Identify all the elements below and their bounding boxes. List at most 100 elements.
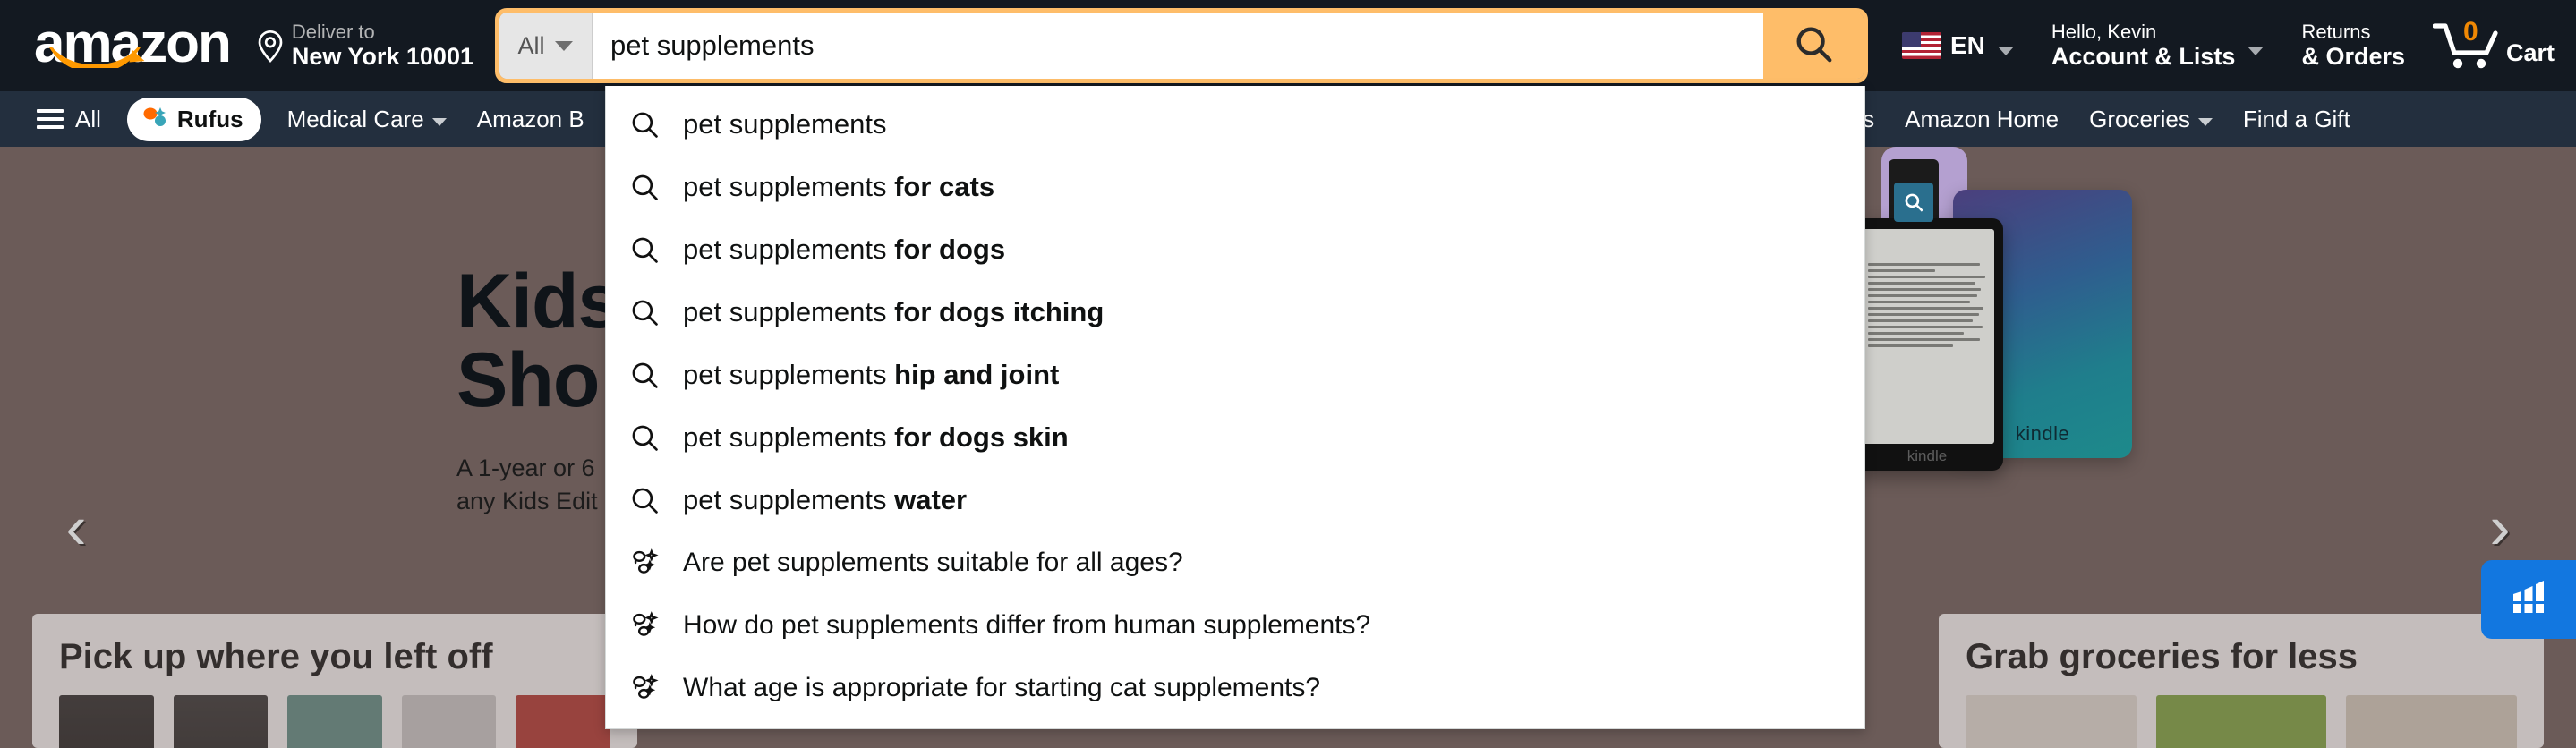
cart-count-badge: 0 xyxy=(2462,17,2478,47)
card-thumb[interactable] xyxy=(173,695,269,748)
deliver-text: Deliver to New York 10001 xyxy=(292,21,473,71)
amazon-homepage: ‹ › Kids Sho A 1-year or 6 any Kids Edit xyxy=(0,0,2576,748)
returns-and-orders-button[interactable]: Returns & Orders xyxy=(2286,9,2420,83)
subnav-item-groceries[interactable]: Groceries xyxy=(2076,98,2226,141)
hero-title-line1: Kids xyxy=(456,259,620,344)
kindle-wordmark-front: kindle xyxy=(1906,447,1948,464)
search-suggestion-label: How do pet supplements differ from human… xyxy=(683,610,1371,640)
card-thumb[interactable] xyxy=(2346,695,2518,748)
cart-button[interactable]: 0 Cart xyxy=(2424,10,2576,81)
search-suggestion-label: pet supplements for cats xyxy=(683,171,995,202)
subnav-label: Amazon Home xyxy=(1905,105,2060,132)
sidebar-menu-all-button[interactable]: All xyxy=(23,98,115,141)
search-suggestion-item[interactable]: pet supplements for dogs itching xyxy=(606,281,1864,344)
hero-title-line2: Sho xyxy=(456,336,600,423)
subnav-label: Medical Care xyxy=(286,105,424,132)
kindle-device-front: kindle xyxy=(1851,218,2003,471)
search-suggestion-label: pet supplements hip and joint xyxy=(683,359,1060,390)
search-suggestion-item[interactable]: What age is appropriate for starting cat… xyxy=(606,657,1864,719)
returns-text: Returns & Orders xyxy=(2301,21,2405,72)
subnav-label: Amazon B xyxy=(476,105,584,132)
search-suggestion-item[interactable]: pet supplements hip and joint xyxy=(606,344,1864,406)
language-code: EN xyxy=(1950,31,1985,59)
search-suggestion-label: pet supplements for dogs xyxy=(683,234,1006,265)
chevron-down-icon xyxy=(555,40,574,51)
rufus-label: Rufus xyxy=(176,105,243,132)
magnifier-icon xyxy=(1793,23,1834,69)
amazon-smile-icon xyxy=(43,47,147,68)
search-submit-button[interactable] xyxy=(1763,13,1864,79)
hero-copy: Kids Sho A 1-year or 6 any Kids Edit xyxy=(456,262,620,517)
hero-sub-line1: A 1-year or 6 xyxy=(456,455,595,482)
ai-question-icon xyxy=(629,610,660,641)
search-suggestion-item[interactable]: pet supplements for dogs xyxy=(606,218,1864,281)
language-selector[interactable]: EN xyxy=(1887,20,2029,72)
rufus-assistant-button[interactable]: Rufus xyxy=(126,97,261,141)
bar-chart-icon xyxy=(2508,580,2549,620)
search-suggestion-label: pet supplements for dogs skin xyxy=(683,421,1069,453)
search-input[interactable] xyxy=(592,13,1763,79)
search-icon xyxy=(629,297,660,327)
deliver-to-location: New York 10001 xyxy=(291,43,473,71)
subnav-item-amazon-basics[interactable]: Amazon B xyxy=(464,98,598,141)
returns-line1: Returns xyxy=(2301,20,2371,43)
header-right-controls: EN Hello, Kevin Account & Lists Returns … xyxy=(1883,0,2576,91)
search-suggestion-label: What age is appropriate for starting cat… xyxy=(683,673,1321,702)
account-text: Hello, Kevin Account & Lists xyxy=(2051,21,2236,72)
chevron-down-icon xyxy=(2197,117,2213,126)
subnav-item-medical-care[interactable]: Medical Care xyxy=(274,98,460,141)
search-suggestion-item[interactable]: pet supplements for dogs skin xyxy=(606,406,1864,469)
subnav-item-amazon-home[interactable]: Amazon Home xyxy=(1891,98,2072,141)
card-thumb[interactable] xyxy=(59,695,154,748)
carousel-next-arrow[interactable]: › xyxy=(2469,487,2531,567)
us-flag-icon xyxy=(1902,32,1941,59)
chevron-down-icon xyxy=(431,117,447,126)
card-pick-up-where-you-left-off[interactable]: Pick up where you left off xyxy=(32,614,637,748)
search-icon xyxy=(629,485,660,515)
hero-sub-line2: any Kids Edit xyxy=(456,487,598,514)
search-box: All xyxy=(494,8,1869,83)
card-thumb[interactable] xyxy=(1966,695,2137,748)
search-suggestion-item[interactable]: pet supplements water xyxy=(606,469,1864,531)
kindle-product-art: kindle kindle xyxy=(1844,147,2247,523)
search-suggestion-label: pet supplements xyxy=(683,108,887,140)
card-title: Grab groceries for less xyxy=(1966,637,2358,676)
search-suggestion-item[interactable]: pet supplements for cats xyxy=(606,156,1864,218)
search-icon xyxy=(629,360,660,390)
subnav-label: Find a Gift xyxy=(2242,105,2350,132)
search-category-dropdown[interactable]: All xyxy=(499,13,593,79)
search-suggestion-item[interactable]: pet supplements xyxy=(606,93,1864,156)
search-category-label: All xyxy=(517,31,545,59)
account-label: Account & Lists xyxy=(2051,43,2236,71)
deliver-to-button[interactable]: Deliver to New York 10001 xyxy=(250,8,487,84)
search-bar: All xyxy=(494,8,1869,83)
card-title: Pick up where you left off xyxy=(59,637,493,676)
search-icon xyxy=(629,234,660,265)
subnav-all-label: All xyxy=(75,105,101,132)
card-grab-groceries-for-less[interactable]: Grab groceries for less xyxy=(1939,614,2544,748)
card-thumb[interactable] xyxy=(287,695,382,748)
search-suggestion-item[interactable]: How do pet supplements differ from human… xyxy=(606,594,1864,657)
card-thumb[interactable] xyxy=(2155,695,2327,748)
hamburger-icon xyxy=(37,109,64,129)
search-suggestion-label: Are pet supplements suitable for all age… xyxy=(683,548,1183,577)
card-thumb[interactable] xyxy=(401,695,497,748)
chevron-down-icon xyxy=(2248,46,2265,55)
primary-navigation-bar: amazon Deliver to New York 10001 All pet… xyxy=(0,0,2576,91)
amazon-logo[interactable]: amazon xyxy=(23,13,241,79)
card-thumb[interactable] xyxy=(516,695,610,748)
ai-question-icon xyxy=(629,548,660,578)
card-thumb-row xyxy=(59,695,610,748)
hero-title: Kids Sho xyxy=(456,262,620,423)
bar-chart-widget-button[interactable] xyxy=(2481,560,2576,639)
search-suggestion-item[interactable]: Are pet supplements suitable for all age… xyxy=(606,531,1864,594)
cart-icon: 0 xyxy=(2432,17,2501,71)
ai-question-icon xyxy=(629,673,660,703)
account-greeting: Hello, Kevin xyxy=(2051,20,2157,43)
carousel-prev-arrow[interactable]: ‹ xyxy=(45,487,107,567)
account-and-lists-button[interactable]: Hello, Kevin Account & Lists xyxy=(2036,9,2280,83)
subnav-item-find-a-gift[interactable]: Find a Gift xyxy=(2230,98,2364,141)
rufus-sparkle-icon xyxy=(141,104,168,135)
deliver-to-label: Deliver to xyxy=(291,20,375,43)
search-suggestion-label: pet supplements for dogs itching xyxy=(683,296,1105,327)
